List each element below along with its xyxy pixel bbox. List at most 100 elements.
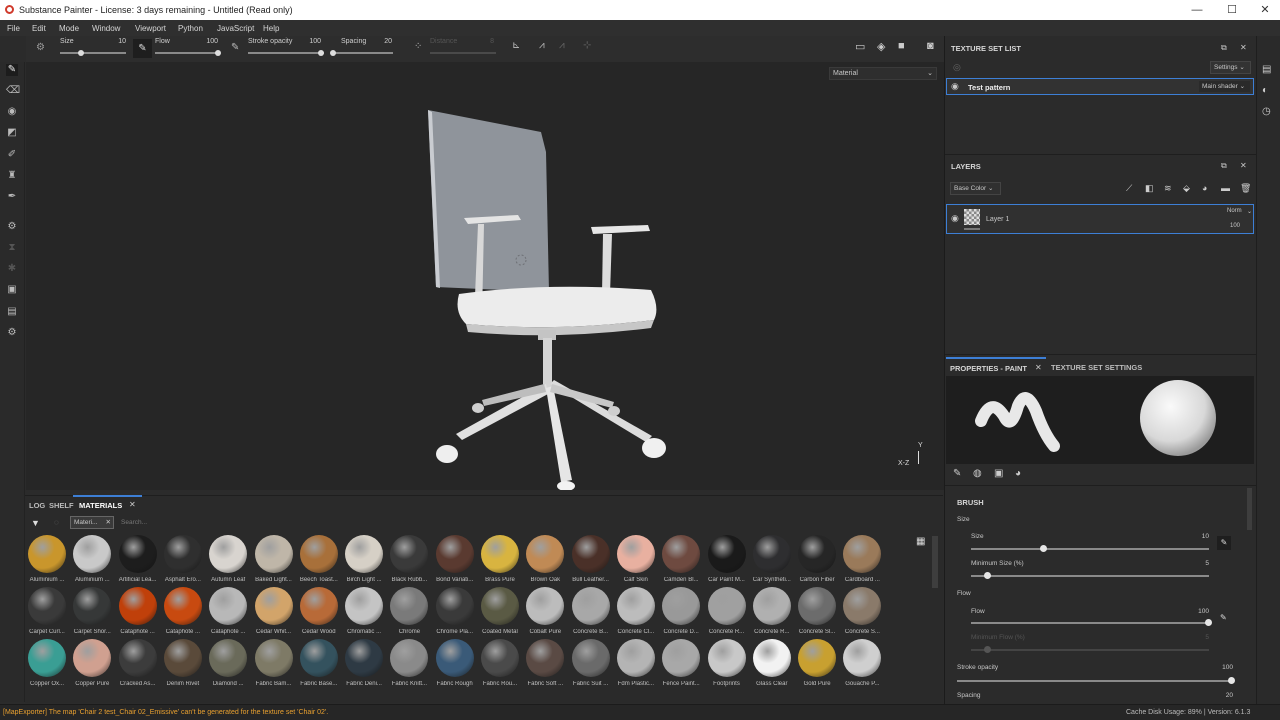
- material-tile[interactable]: Chrome Pla...: [433, 587, 477, 635]
- add-smart-material-icon[interactable]: ◕: [1202, 183, 1207, 193]
- viewport-channel-select[interactable]: Material ⌄: [829, 67, 937, 80]
- color-picker-icon[interactable]: ✒: [6, 191, 18, 203]
- toolbar-spacing-knob[interactable]: [330, 50, 336, 56]
- blend-mode-select[interactable]: Norm: [1227, 208, 1242, 214]
- plugins-icon[interactable]: ⚙: [6, 327, 18, 339]
- material-tile[interactable]: Gouache P...: [840, 639, 884, 687]
- material-tile[interactable]: Cataphote ...: [116, 587, 160, 635]
- close-panel-icon[interactable]: ✕: [1240, 43, 1247, 52]
- menu-python[interactable]: Python: [178, 24, 203, 33]
- channel-select[interactable]: Base Color ⌄: [950, 182, 1001, 195]
- clone-stamp-icon[interactable]: ♜: [6, 170, 18, 182]
- material-tile[interactable]: Fabric Suit ...: [569, 639, 613, 687]
- material-tile[interactable]: Baked Light...: [252, 535, 296, 583]
- lazy-mouse-icon[interactable]: ⁘: [414, 41, 422, 52]
- material-tile[interactable]: Aluminium ...: [70, 535, 114, 583]
- toolbar-size-knob[interactable]: [78, 50, 84, 56]
- material-tile[interactable]: Concrete R...: [705, 587, 749, 635]
- tab-texture-set-settings[interactable]: TEXTURE SET SETTINGS: [1051, 363, 1142, 372]
- material-tile[interactable]: Artificial Lea...: [116, 535, 160, 583]
- symmetry-icon[interactable]: ⊾: [512, 40, 520, 51]
- stroke-opacity-slider[interactable]: [957, 680, 1233, 682]
- toolbar-stroke-opacity-knob[interactable]: [318, 50, 324, 56]
- material-tile[interactable]: Fabric Rough: [433, 639, 477, 687]
- flow-pressure-icon[interactable]: ✎: [231, 42, 239, 53]
- toolbar-stroke-opacity-value[interactable]: 100: [301, 38, 321, 45]
- material-tile[interactable]: Autumn Leaf: [206, 535, 250, 583]
- material-tile[interactable]: Coated Metal: [478, 587, 522, 635]
- maximize-button[interactable]: ☐: [1215, 0, 1249, 20]
- material-tile[interactable]: Copper Pure: [70, 639, 114, 687]
- material-tile[interactable]: Concrete B...: [569, 587, 613, 635]
- texture-set-row[interactable]: ◉ Test pattern Main shader ⌄: [946, 78, 1254, 95]
- close-button[interactable]: ✕: [1248, 0, 1280, 20]
- material-tile[interactable]: Fabric Bam...: [252, 639, 296, 687]
- minimize-button[interactable]: —: [1180, 0, 1214, 20]
- 3d-viewport[interactable]: Y X-Z: [26, 62, 944, 490]
- material-tile[interactable]: Cobalt Pure: [523, 587, 567, 635]
- material-tile[interactable]: Calf Skin: [614, 535, 658, 583]
- material-tile[interactable]: Gold Pure: [795, 639, 839, 687]
- material-tile[interactable]: Carbon Fiber: [795, 535, 839, 583]
- material-tile[interactable]: Birch Light ...: [342, 535, 386, 583]
- material-tile[interactable]: Diamond ...: [206, 639, 250, 687]
- add-effect-icon[interactable]: ⟋: [1126, 183, 1132, 194]
- toolbar-flow-knob[interactable]: [215, 50, 221, 56]
- toolbar-spacing-value[interactable]: 20: [372, 38, 392, 45]
- toolbar-spacing-slider[interactable]: [331, 52, 393, 54]
- material-tile[interactable]: Concrete S...: [840, 587, 884, 635]
- close-properties-icon[interactable]: ✕: [1035, 363, 1042, 372]
- material-tile[interactable]: Asphalt Ero...: [161, 535, 205, 583]
- grid-view-icon[interactable]: ▦: [916, 536, 925, 547]
- material-tile[interactable]: Bond Variati...: [433, 535, 477, 583]
- shader-select[interactable]: Main shader ⌄: [1199, 81, 1250, 92]
- office-chair-model[interactable]: [26, 62, 944, 490]
- material-tile[interactable]: Beech Toast...: [297, 535, 341, 583]
- brush-flow-knob[interactable]: [1205, 619, 1212, 626]
- menu-edit[interactable]: Edit: [32, 24, 46, 33]
- cube-view-icon[interactable]: ◈: [877, 40, 885, 53]
- material-tile[interactable]: Concrete R...: [750, 587, 794, 635]
- materials-filter-chip[interactable]: Materi... ✕: [70, 516, 114, 529]
- float-layers-icon[interactable]: ⧉: [1221, 161, 1227, 171]
- material-tile[interactable]: Car Syntheti...: [750, 535, 794, 583]
- material-tile[interactable]: Fabric Soft ...: [523, 639, 567, 687]
- stroke-opacity-value[interactable]: 100: [1215, 664, 1233, 671]
- size-pressure-icon[interactable]: ✎: [1217, 536, 1231, 550]
- material-tile[interactable]: Cedar Whit...: [252, 587, 296, 635]
- material-tile[interactable]: Fabric Knitt...: [387, 639, 431, 687]
- pen-pressure-icon[interactable]: ✎: [133, 39, 152, 58]
- material-tile[interactable]: Glass Clear: [750, 639, 794, 687]
- material-tile[interactable]: Black Rubb...: [387, 535, 431, 583]
- shelf-search-input[interactable]: Search...: [121, 516, 321, 529]
- material-tile[interactable]: Fabric Deni...: [342, 639, 386, 687]
- material-tile[interactable]: Cracked As...: [116, 639, 160, 687]
- material-tile[interactable]: Fabric Rou...: [478, 639, 522, 687]
- spacing-value[interactable]: 20: [1215, 692, 1233, 699]
- camera-icon[interactable]: ■: [898, 40, 905, 52]
- screenshot-icon[interactable]: ◙: [927, 40, 934, 52]
- material-tile[interactable]: Brown Oak: [523, 535, 567, 583]
- material-tile[interactable]: Cedar Wood: [297, 587, 341, 635]
- material-tab-icon[interactable]: ◕: [1015, 468, 1021, 479]
- material-tile[interactable]: Fabric Base...: [297, 639, 341, 687]
- shelf-scrollbar[interactable]: [932, 536, 938, 588]
- close-layers-icon[interactable]: ✕: [1240, 161, 1247, 170]
- geometry-mask-icon[interactable]: ⚙: [6, 221, 18, 233]
- toolbar-stroke-opacity-slider[interactable]: [248, 52, 324, 54]
- material-tile[interactable]: Carpet Shor...: [70, 587, 114, 635]
- brush-size-knob[interactable]: [1040, 545, 1047, 552]
- min-size-knob[interactable]: [984, 572, 991, 579]
- material-tile[interactable]: Brass Pure: [478, 535, 522, 583]
- alpha-tab-icon[interactable]: ◍: [973, 468, 982, 479]
- material-tile[interactable]: Concrete Cl...: [614, 587, 658, 635]
- toolbar-size-slider[interactable]: [60, 52, 126, 54]
- brush-size-value[interactable]: 10: [1195, 533, 1209, 540]
- material-tile[interactable]: Carpet Curl...: [25, 587, 69, 635]
- add-paint-layer-icon[interactable]: ⬙: [1183, 183, 1190, 194]
- tab-log[interactable]: LOG: [29, 501, 45, 510]
- material-tile[interactable]: Denim Rivet: [161, 639, 205, 687]
- material-tile[interactable]: Cataphote ...: [206, 587, 250, 635]
- material-tile[interactable]: Camden Bl...: [659, 535, 703, 583]
- filter-icon[interactable]: ▼: [31, 518, 40, 528]
